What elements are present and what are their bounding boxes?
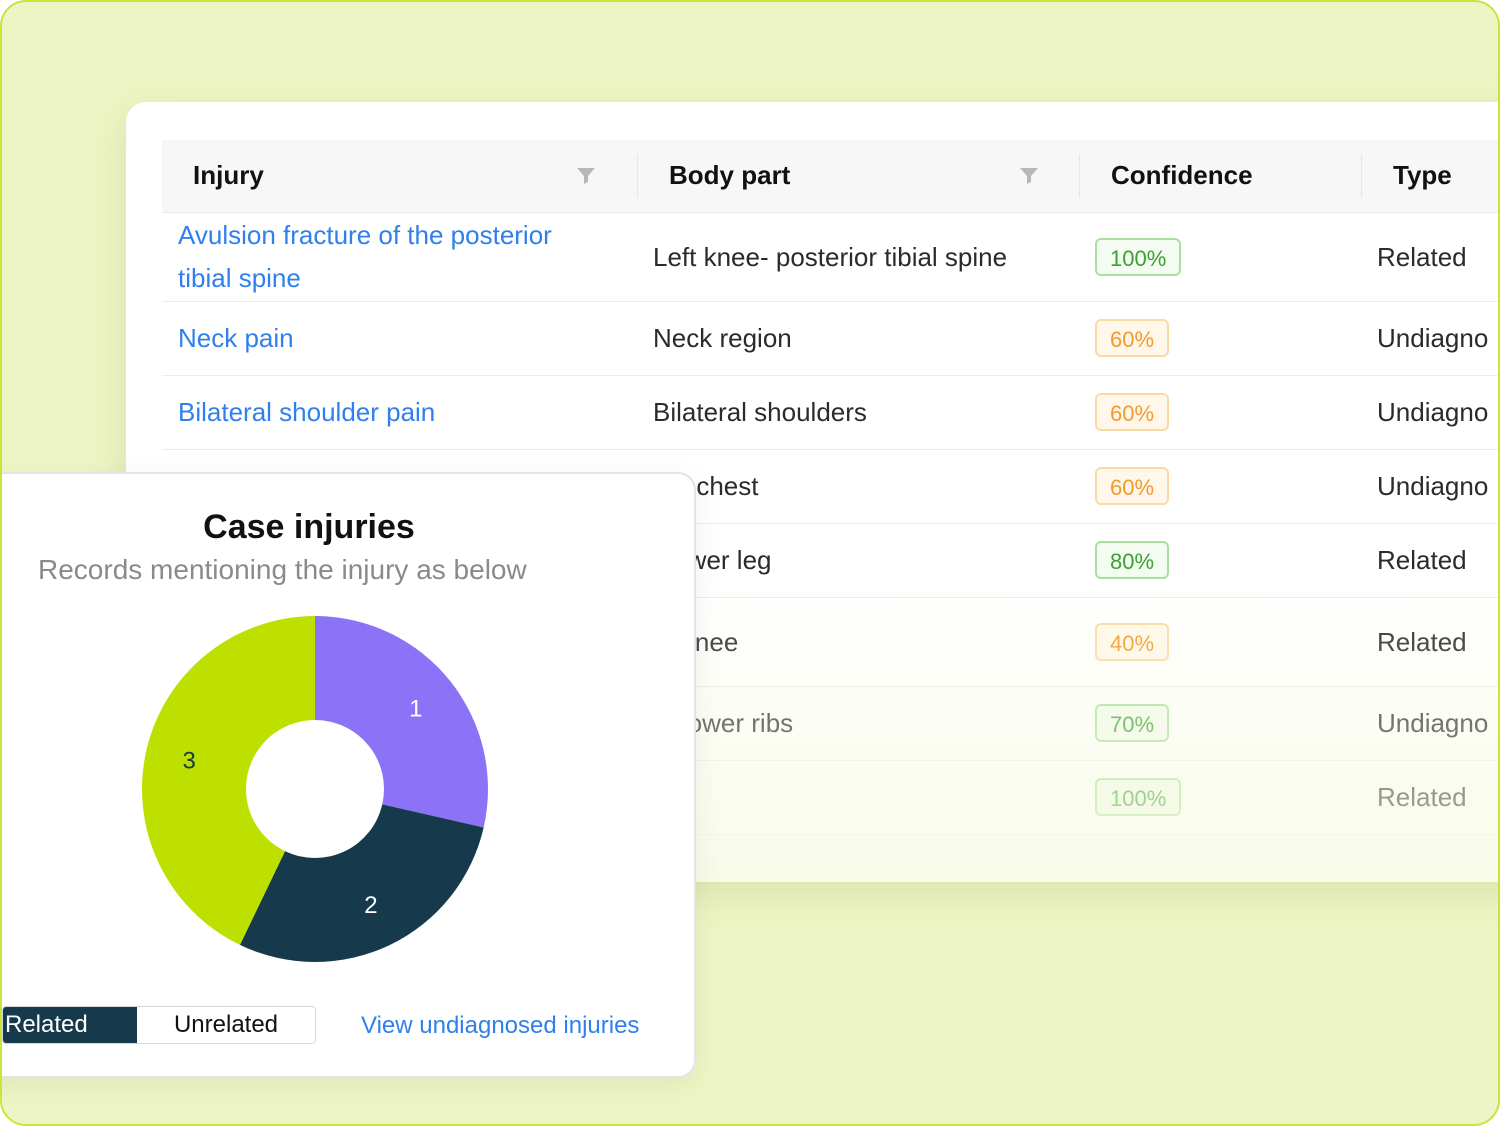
type-cell: Related	[1377, 782, 1467, 812]
column-header-type[interactable]: Type	[1393, 140, 1452, 212]
type-cell: Undiagno	[1377, 471, 1489, 501]
column-header-confidence[interactable]: Confidence	[1111, 140, 1253, 212]
injury-link[interactable]: Neck pain	[178, 317, 608, 360]
type-cell: Undiagno	[1377, 708, 1489, 738]
confidence-badge: 100%	[1095, 237, 1182, 276]
case-injuries-card: Case injuries Records mentioning the inj…	[2, 472, 696, 1078]
injury-filter-icon[interactable]	[576, 167, 596, 185]
confidence-badge: 60%	[1095, 393, 1170, 431]
table-row[interactable]: Avulsion fracture of the posterior tibia…	[162, 212, 1498, 302]
donut-slice-1[interactable]	[315, 616, 488, 828]
column-header-body-part[interactable]: Body part	[669, 140, 790, 212]
table-row[interactable]: Neck pain Neck region 60% Undiagno	[162, 301, 1498, 376]
column-header-injury[interactable]: Injury	[193, 140, 264, 212]
table-header: Injury Body part Confidence Type	[162, 140, 1498, 213]
confidence-badge: 80%	[1095, 541, 1170, 579]
table-row[interactable]: Bilateral shoulder pain Bilateral shoulde…	[162, 375, 1498, 450]
type-cell: Undiagno	[1377, 397, 1489, 427]
body-part-filter-icon[interactable]	[1019, 167, 1039, 185]
toggle-unrelated[interactable]: Unrelated	[137, 1007, 315, 1043]
type-cell: Related	[1377, 626, 1467, 657]
background-frame: Injury Body part Confidence Type Avulsio…	[0, 0, 1500, 1126]
view-undiagnosed-link[interactable]: View undiagnosed injuries	[361, 1012, 639, 1040]
donut-slice-label: 3	[183, 747, 196, 774]
donut-slice-2[interactable]	[239, 804, 484, 962]
confidence-badge: 60%	[1095, 467, 1170, 505]
column-separator	[637, 154, 638, 198]
body-part-cell: Neck region	[653, 323, 792, 353]
type-cell: Undiagno	[1377, 323, 1489, 353]
body-part-cell: Left knee- posterior tibial spine	[653, 241, 1008, 272]
confidence-badge: 40%	[1095, 622, 1170, 661]
chart-subtitle: Records mentioning the injury as below	[38, 554, 527, 585]
type-cell: Related	[1377, 545, 1467, 575]
body-part-cell: Bilateral shoulders	[653, 397, 867, 427]
donut-slice-label: 1	[409, 696, 422, 723]
donut-slice-label: 2	[364, 892, 377, 919]
confidence-badge: 100%	[1095, 778, 1182, 816]
injury-link[interactable]: Avulsion fracture of the posterior tibia…	[178, 214, 608, 300]
column-separator	[1361, 154, 1362, 198]
column-separator	[1079, 154, 1080, 198]
confidence-badge: 60%	[1095, 319, 1170, 357]
confidence-badge: 70%	[1095, 704, 1170, 742]
chart-title: Case injuries	[203, 508, 415, 546]
toggle-related[interactable]: Related	[3, 1007, 137, 1043]
injuries-donut-chart: 1 2 3	[142, 616, 488, 962]
related-toggle: Related Unrelated	[2, 1006, 316, 1044]
injury-link[interactable]: Bilateral shoulder pain	[178, 391, 608, 434]
type-cell: Related	[1377, 241, 1467, 272]
